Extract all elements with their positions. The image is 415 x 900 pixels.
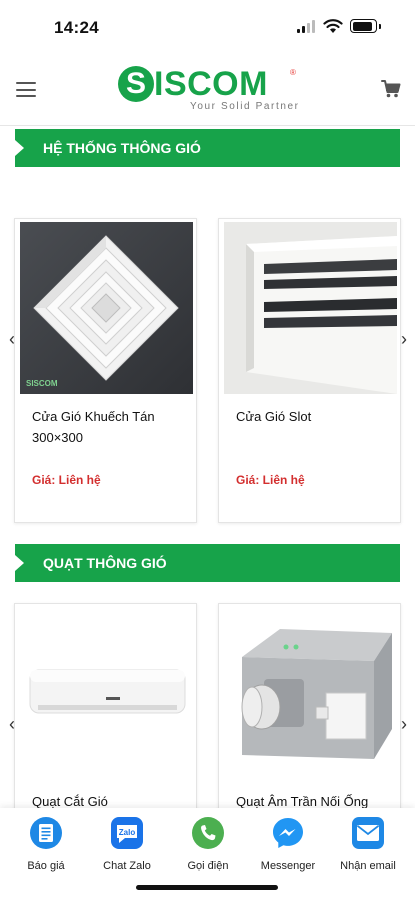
- logo-tagline: Your Solid Partner: [190, 101, 300, 112]
- nav-messenger[interactable]: Messenger: [248, 816, 328, 872]
- product-image-duct-fan: [224, 607, 397, 779]
- section-title: QUẠT THÔNG GIÓ: [43, 555, 167, 571]
- product-card[interactable]: Cửa Gió Slot Giá: Liên hệ: [218, 218, 401, 523]
- product-name: Cửa Gió Slot: [236, 409, 312, 424]
- status-bar: 14:24: [0, 0, 415, 52]
- section-banner-ventilation-system: HỆ THỐNG THÔNG GIÓ: [15, 129, 400, 167]
- phone-icon: [192, 817, 224, 849]
- nav-label: Nhận email: [340, 860, 396, 872]
- battery-icon: [350, 19, 381, 33]
- battery-level: [352, 21, 373, 31]
- zalo-icon: Zalo: [111, 817, 143, 849]
- image-watermark: SISCOM: [26, 379, 58, 388]
- nav-price-quote[interactable]: Báo giá: [6, 816, 86, 872]
- product-image-diffuser: SISCOM: [20, 222, 193, 394]
- nav-label: Báo giá: [27, 860, 65, 872]
- site-header: S ISCOM ® Your Solid Partner: [0, 52, 415, 126]
- product-image-slot-grille: [224, 222, 397, 394]
- product-card[interactable]: Quạt Âm Trần Nối Ống: [218, 603, 401, 833]
- logo-text: ISCOM: [154, 65, 268, 103]
- nav-label: Messenger: [260, 860, 316, 872]
- nav-email[interactable]: Nhận email: [328, 816, 408, 872]
- section-banner-ventilation-fans: QUẠT THÔNG GIÓ: [15, 544, 400, 582]
- product-price: Giá: Liên hệ: [32, 473, 101, 487]
- nav-phone-call[interactable]: Gọi điện: [168, 816, 248, 872]
- nav-label: Chat Zalo: [103, 860, 151, 872]
- logo-mark: S: [118, 66, 154, 102]
- home-indicator[interactable]: [136, 885, 278, 890]
- status-time: 14:24: [54, 18, 99, 37]
- product-card[interactable]: SISCOM Cửa Gió Khuếch Tán 300×300 Giá: L…: [14, 218, 197, 523]
- cellular-signal-icon: [297, 20, 315, 33]
- messenger-icon: [273, 818, 303, 848]
- product-price: Giá: Liên hệ: [236, 473, 305, 487]
- menu-icon[interactable]: [16, 82, 36, 97]
- section-title: HỆ THỐNG THÔNG GIÓ: [43, 140, 201, 156]
- nav-label: Gọi điện: [187, 860, 229, 872]
- email-icon: [352, 817, 384, 849]
- product-card[interactable]: Quạt Cắt Gió: [14, 603, 197, 833]
- product-name: Cửa Gió Khuếch Tán 300×300: [32, 409, 155, 445]
- svg-text:Zalo: Zalo: [119, 828, 136, 837]
- siscom-logo[interactable]: S ISCOM ® Your Solid Partner: [118, 64, 300, 116]
- cart-icon[interactable]: [381, 80, 401, 98]
- wifi-icon: [323, 19, 343, 33]
- nav-chat-zalo[interactable]: Zalo Chat Zalo: [87, 816, 167, 872]
- logo-registered-mark: ®: [290, 68, 296, 77]
- product-image-air-curtain: [20, 607, 193, 779]
- price-list-icon: [30, 817, 62, 849]
